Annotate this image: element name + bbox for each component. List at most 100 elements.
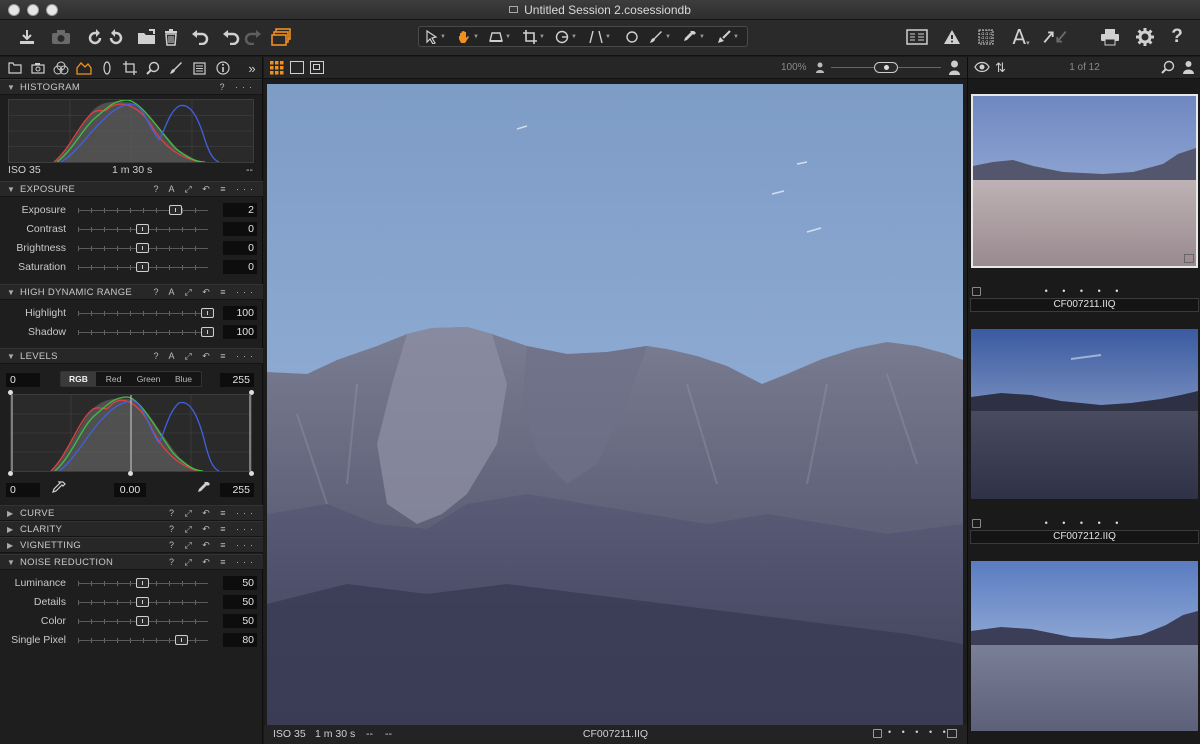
search-tab-icon[interactable] bbox=[143, 59, 163, 77]
noise-reduction-slider-value[interactable]: 80 bbox=[223, 633, 257, 647]
levels-out-low-handle[interactable] bbox=[8, 471, 13, 476]
exposure-slider-knob[interactable] bbox=[168, 205, 182, 215]
warning-icon[interactable] bbox=[939, 25, 965, 49]
footer-rating-dots[interactable]: • • • • • bbox=[888, 727, 950, 737]
levels-header-icons[interactable]: ? A ⤢ ↶ ≡ ··· bbox=[153, 349, 257, 364]
single-view-icon[interactable] bbox=[290, 61, 304, 74]
loupe-icon[interactable]: ▼ bbox=[485, 28, 515, 46]
copy-adjust-icon[interactable] bbox=[1042, 25, 1068, 49]
levels-high-handle[interactable] bbox=[249, 390, 254, 395]
browser-search-icon[interactable] bbox=[1161, 60, 1175, 77]
footer-select-checkbox[interactable] bbox=[873, 729, 882, 738]
noise-reduction-slider-value[interactable]: 50 bbox=[223, 614, 257, 628]
hdr-slider-knob[interactable] bbox=[201, 308, 214, 318]
multi-view-icon[interactable] bbox=[270, 61, 284, 78]
vignetting-header-icons[interactable]: ? ⤢ ↶ ≡ ··· bbox=[169, 538, 257, 553]
brush-tab-icon[interactable] bbox=[166, 59, 186, 77]
import-icon[interactable] bbox=[14, 25, 40, 49]
expand-tabs-button[interactable]: » bbox=[242, 59, 262, 77]
noise-reduction-header-icons[interactable]: ? ⤢ ↶ ≡ ··· bbox=[169, 555, 257, 570]
info-tab-icon[interactable] bbox=[213, 59, 233, 77]
histogram-header-icons[interactable]: ? ··· bbox=[219, 80, 256, 95]
brush-icon[interactable]: ▼ bbox=[645, 28, 675, 46]
hdr-slider-track[interactable] bbox=[78, 313, 208, 314]
exposure-slider-value[interactable]: 0 bbox=[223, 241, 257, 255]
histogram-help[interactable]: ? bbox=[219, 82, 228, 92]
exposure-slider-value[interactable]: 2 bbox=[223, 203, 257, 217]
channel-tab-blue[interactable]: Blue bbox=[166, 372, 201, 386]
main-photo[interactable] bbox=[267, 84, 963, 725]
variants-icon[interactable] bbox=[268, 25, 294, 49]
levels-low-input[interactable]: 0 bbox=[6, 373, 40, 387]
grid-icon[interactable] bbox=[973, 25, 999, 49]
noise-reduction-slider-knob[interactable] bbox=[136, 597, 149, 607]
levels-mid-handle[interactable] bbox=[128, 471, 133, 476]
color-tab-icon[interactable] bbox=[51, 59, 71, 77]
keystone-icon[interactable]: ▼ bbox=[585, 28, 615, 46]
levels-header[interactable]: ▼ LEVELS ? A ⤢ ↶ ≡ ··· bbox=[0, 348, 263, 364]
thumbnail-1[interactable] bbox=[971, 94, 1198, 268]
zoom-in-person-icon[interactable] bbox=[948, 60, 961, 78]
browser-user-icon[interactable] bbox=[1183, 60, 1194, 77]
crop-tab-icon[interactable] bbox=[120, 59, 140, 77]
eyedropper-icon[interactable]: ▼ bbox=[679, 28, 709, 46]
noise-reduction-slider-track[interactable] bbox=[78, 640, 208, 641]
metadata-tab-icon[interactable] bbox=[189, 59, 209, 77]
hdr-slider-value[interactable]: 100 bbox=[223, 306, 257, 320]
folder-tab-icon[interactable] bbox=[5, 59, 25, 77]
clarity-header-icons[interactable]: ? ⤢ ↶ ≡ ··· bbox=[169, 522, 257, 537]
levels-mid-value[interactable]: 0.00 bbox=[114, 483, 146, 497]
hdr-slider-track[interactable] bbox=[78, 332, 208, 333]
noise-reduction-slider-knob[interactable] bbox=[136, 616, 149, 626]
spot-icon[interactable] bbox=[617, 28, 647, 46]
pan-hand-icon[interactable]: ▼ bbox=[453, 28, 483, 46]
channel-tab-green[interactable]: Green bbox=[131, 372, 166, 386]
noise-reduction-slider-knob[interactable] bbox=[175, 635, 188, 645]
levels-low-output[interactable]: 0 bbox=[6, 483, 40, 497]
noise-reduction-slider-knob[interactable] bbox=[136, 578, 149, 588]
levels-high-output[interactable]: 255 bbox=[220, 483, 254, 497]
noise-reduction-slider-value[interactable]: 50 bbox=[223, 576, 257, 590]
hdr-slider-knob[interactable] bbox=[201, 327, 214, 337]
undo-icon[interactable] bbox=[187, 25, 213, 49]
curve-header[interactable]: ▶ CURVE ? ⤢ ↶ ≡ ··· bbox=[0, 505, 263, 521]
vignetting-header[interactable]: ▶ VIGNETTING ? ⤢ ↶ ≡ ··· bbox=[0, 537, 263, 553]
clarity-header[interactable]: ▶ CLARITY ? ⤢ ↶ ≡ ··· bbox=[0, 521, 263, 537]
noise-reduction-header[interactable]: ▼ NOISE REDUCTION ? ⤢ ↶ ≡ ··· bbox=[0, 554, 263, 570]
viewer-layout-icon[interactable] bbox=[904, 25, 930, 49]
channel-tab-red[interactable]: Red bbox=[96, 372, 131, 386]
exposure-slider-value[interactable]: 0 bbox=[223, 260, 257, 274]
levels-low-handle[interactable] bbox=[8, 390, 13, 395]
exposure-slider-track[interactable] bbox=[78, 210, 208, 211]
histogram-header[interactable]: ▼ HISTOGRAM ? ··· bbox=[0, 79, 262, 95]
channel-tab-rgb[interactable]: RGB bbox=[61, 372, 96, 386]
zoom-out-person-icon[interactable] bbox=[815, 62, 825, 76]
levels-out-high-handle[interactable] bbox=[249, 471, 254, 476]
thumbnail-3[interactable] bbox=[971, 561, 1198, 731]
crop-icon[interactable]: ▼ bbox=[519, 28, 549, 46]
select-cursor-icon[interactable]: ▼ bbox=[421, 28, 451, 46]
levels-white-eyedropper-icon[interactable] bbox=[197, 481, 211, 500]
apply-icon[interactable]: ▼ bbox=[713, 28, 743, 46]
rotate-tool-icon[interactable]: ▼ bbox=[551, 28, 581, 46]
camera-icon[interactable] bbox=[48, 25, 74, 49]
exposure-slider-value[interactable]: 0 bbox=[223, 222, 257, 236]
hdr-slider-value[interactable]: 100 bbox=[223, 325, 257, 339]
noise-reduction-slider-value[interactable]: 50 bbox=[223, 595, 257, 609]
thumbnail-2-rating[interactable]: • • • • • bbox=[968, 518, 1200, 528]
trash-icon[interactable] bbox=[158, 25, 184, 49]
exposure-slider-knob[interactable] bbox=[136, 243, 149, 253]
zoom-slider-knob[interactable] bbox=[874, 62, 898, 73]
primary-view-icon[interactable] bbox=[310, 61, 324, 74]
levels-black-eyedropper-icon[interactable] bbox=[52, 481, 66, 500]
folder-move-icon[interactable] bbox=[134, 25, 160, 49]
curve-header-icons[interactable]: ? ⤢ ↶ ≡ ··· bbox=[169, 506, 257, 521]
thumbnail-2[interactable] bbox=[971, 329, 1198, 499]
exposure-header[interactable]: ▼ EXPOSURE ? A ⤢ ↶ ≡ ··· bbox=[0, 181, 263, 197]
levels-high-input[interactable]: 255 bbox=[220, 373, 254, 387]
rotate-right-icon[interactable] bbox=[103, 25, 129, 49]
help-icon[interactable]: ? bbox=[1164, 25, 1190, 49]
settings-icon[interactable] bbox=[1132, 25, 1158, 49]
exposure-tab-icon[interactable] bbox=[74, 59, 94, 77]
camera-tab-icon[interactable] bbox=[28, 59, 48, 77]
